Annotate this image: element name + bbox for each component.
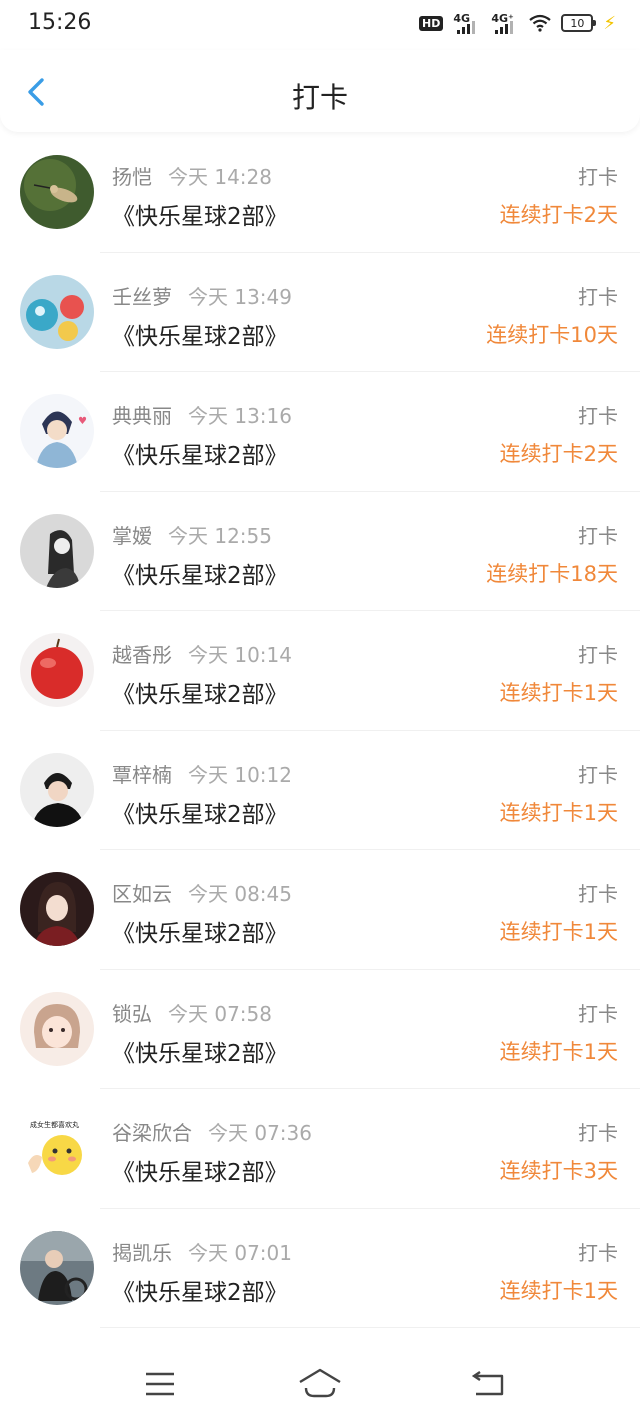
- avatar[interactable]: ♥: [20, 394, 94, 468]
- list-item[interactable]: ♥ 典典丽 今天 13:16 《快乐星球2部》 打卡 连续打卡2天: [0, 372, 640, 492]
- item-type-label: 打卡: [578, 165, 618, 189]
- hd-badge: HD: [419, 15, 444, 31]
- item-type-label: 打卡: [578, 762, 618, 787]
- course-title: 《快乐星球2部》: [112, 204, 288, 230]
- page-title: 打卡: [291, 81, 348, 114]
- item-type-label: 打卡: [578, 882, 618, 906]
- streak-label: 连续打卡2天: [499, 442, 618, 466]
- avatar[interactable]: [20, 633, 94, 707]
- checkin-list: 扬恺 今天 14:28 《快乐星球2部》 打卡 连续打卡2天 壬丝萝 今天 13:4…: [0, 133, 640, 1328]
- checkin-time: 今天 08:45: [188, 882, 292, 906]
- course-title: 《快乐星球2部》: [112, 562, 288, 589]
- item-type-label: 打卡: [578, 284, 618, 309]
- user-name: 掌嫒 今天 12:55: [112, 523, 272, 548]
- home-icon[interactable]: [298, 1366, 342, 1402]
- avatar[interactable]: 成女生都喜欢丸: [20, 1111, 94, 1185]
- streak-label: 连续打卡10天: [486, 322, 618, 347]
- list-item[interactable]: 区如云 今天 08:45 《快乐星球2部》 打卡 连续打卡1天: [0, 850, 640, 970]
- course-title: 《快乐星球2部》: [112, 443, 288, 469]
- checkin-time: 今天 10:14: [188, 643, 292, 667]
- streak-label: 连续打卡3天: [499, 1159, 618, 1183]
- course-title: 《快乐星球2部》: [112, 921, 288, 947]
- streak-label: 连续打卡2天: [499, 203, 618, 227]
- user-name: 典典丽 今天 13:16: [112, 404, 292, 428]
- list-item[interactable]: 覃梓楠 今天 10:12 《快乐星球2部》 打卡 连续打卡1天: [0, 731, 640, 850]
- streak-label: 连续打卡1天: [499, 681, 618, 705]
- item-type-label: 打卡: [578, 404, 618, 428]
- avatar[interactable]: [20, 274, 94, 349]
- user-name: 扬恺 今天 14:28: [112, 165, 272, 189]
- streak-label: 连续打卡18天: [486, 561, 618, 586]
- user-name: 壬丝萝 今天 13:49: [112, 284, 292, 309]
- menu-icon[interactable]: [140, 1366, 180, 1402]
- course-title: 《快乐星球2部》: [112, 1040, 288, 1067]
- streak-label: 连续打卡1天: [499, 920, 618, 944]
- checkin-time: 今天 14:28: [168, 165, 272, 189]
- item-type-label: 打卡: [578, 1121, 618, 1145]
- checkin-time: 今天 12:55: [168, 523, 272, 548]
- list-item[interactable]: 扬恺 今天 14:28 《快乐星球2部》 打卡 连续打卡2天: [0, 133, 640, 253]
- avatar[interactable]: [20, 1230, 94, 1305]
- checkin-time: 今天 07:01: [188, 1240, 292, 1265]
- avatar[interactable]: [20, 752, 94, 827]
- user-name: 锁弘 今天 07:58: [112, 1001, 272, 1026]
- item-type-label: 打卡: [578, 523, 618, 548]
- streak-label: 连续打卡1天: [499, 1278, 618, 1303]
- checkin-time: 今天 07:36: [208, 1121, 312, 1145]
- signal-4g-icon: 4G: [453, 12, 481, 34]
- streak-label: 连续打卡1天: [499, 800, 618, 825]
- user-name: 谷梁欣合 今天 07:36: [112, 1121, 312, 1145]
- back-icon[interactable]: [468, 1366, 508, 1402]
- list-item[interactable]: 壬丝萝 今天 13:49 《快乐星球2部》 打卡 连续打卡10天: [0, 253, 640, 372]
- divider: [100, 1327, 640, 1328]
- course-title: 《快乐星球2部》: [112, 801, 288, 828]
- svg-text:♥: ♥: [78, 416, 87, 427]
- course-title: 《快乐星球2部》: [112, 323, 288, 350]
- checkin-time: 今天 13:16: [188, 404, 292, 428]
- list-item[interactable]: 成女生都喜欢丸 谷梁欣合 今天 07:36 《快乐星球2部》 打卡 连续打卡3天: [0, 1089, 640, 1209]
- checkin-time: 今天 13:49: [188, 284, 292, 309]
- streak-label: 连续打卡1天: [499, 1039, 618, 1064]
- battery-icon: 10: [561, 14, 597, 32]
- item-type-label: 打卡: [578, 643, 618, 667]
- charging-bolt-icon: ⚡: [603, 12, 616, 34]
- svg-text:成女生都喜欢丸: 成女生都喜欢丸: [30, 1120, 79, 1129]
- user-name: 越香彤 今天 10:14: [112, 643, 292, 667]
- wifi-icon: [529, 14, 552, 32]
- status-time: 15:26: [28, 10, 92, 35]
- avatar[interactable]: [20, 872, 94, 946]
- signal-4g-plus-icon: 4G⁺: [491, 12, 519, 34]
- user-name: 覃梓楠 今天 10:12: [112, 762, 292, 787]
- list-item[interactable]: 揭凯乐 今天 07:01 《快乐星球2部》 打卡 连续打卡1天: [0, 1209, 640, 1328]
- list-item[interactable]: 掌嫒 今天 12:55 《快乐星球2部》 打卡 连续打卡18天: [0, 492, 640, 611]
- list-item[interactable]: 越香彤 今天 10:14 《快乐星球2部》 打卡 连续打卡1天: [0, 611, 640, 731]
- status-icons: HD 4G 4G⁺ 10 ⚡: [419, 12, 616, 34]
- system-nav-bar: [0, 1346, 640, 1422]
- item-type-label: 打卡: [578, 1240, 618, 1265]
- nav-bar: 打卡: [0, 50, 640, 132]
- status-bar: 15:26 HD 4G 4G⁺ 10 ⚡: [0, 0, 640, 50]
- avatar[interactable]: [20, 991, 94, 1066]
- avatar[interactable]: [20, 155, 94, 229]
- user-name: 区如云 今天 08:45: [112, 882, 292, 906]
- checkin-time: 今天 10:12: [188, 762, 292, 787]
- checkin-time: 今天 07:58: [168, 1001, 272, 1026]
- avatar[interactable]: [20, 513, 94, 588]
- item-type-label: 打卡: [578, 1001, 618, 1026]
- course-title: 《快乐星球2部》: [112, 1279, 288, 1306]
- course-title: 《快乐星球2部》: [112, 1160, 288, 1186]
- list-item[interactable]: 锁弘 今天 07:58 《快乐星球2部》 打卡 连续打卡1天: [0, 970, 640, 1089]
- user-name: 揭凯乐 今天 07:01: [112, 1240, 292, 1265]
- course-title: 《快乐星球2部》: [112, 682, 288, 708]
